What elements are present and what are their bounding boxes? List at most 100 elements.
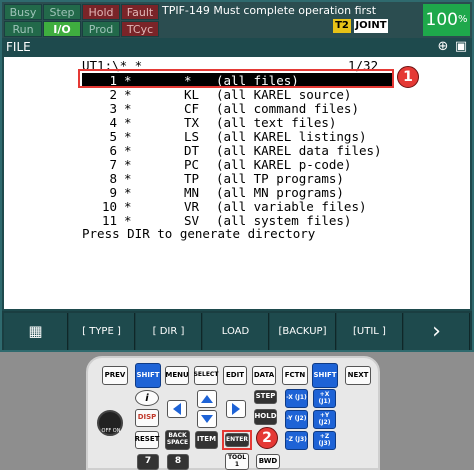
menu-grid-icon[interactable]: ▦ [4,313,68,350]
select-key[interactable]: SELECT [194,366,218,385]
enable-switch-label: OFF ON [101,428,121,434]
file-name-mask: * [124,115,132,130]
disp-key[interactable]: DISP [135,409,159,427]
shift-key-left[interactable]: SHIFT [135,363,161,388]
jog-minus-x-key[interactable]: -X (J1) [285,389,308,408]
file-number: 3 [109,101,117,116]
hint-row: Press DIR to generate directory [4,226,470,241]
arrow-right-key[interactable] [226,400,246,418]
file-row[interactable]: 9 * MN (all MN programs) [4,185,470,200]
fkey-type[interactable]: [ TYPE ] [69,313,135,350]
file-ext: VR [184,199,200,214]
jog-minus-y-key[interactable]: -Y (J2) [285,410,308,429]
step-key[interactable]: STEP [254,390,277,404]
file-desc: (all KAREL data files) [216,143,382,158]
file-row[interactable]: 2 * KL (all KAREL source) [4,87,470,102]
file-number: 9 [109,185,117,200]
fkey-backup[interactable]: [BACKUP] [270,313,336,350]
file-ext: LS [184,129,200,144]
highlight-box-1 [78,69,394,88]
info-key[interactable]: i [135,390,159,406]
backspace-key[interactable]: BACK SPACE [165,430,190,450]
file-desc: (all command files) [216,101,359,116]
file-number: 6 [109,143,117,158]
file-desc: (all text files) [216,115,337,130]
file-ext: DT [184,143,200,158]
key-8[interactable]: 8 [167,454,189,470]
file-ext: TX [184,115,200,130]
override-value: 100 [425,10,458,30]
indicator-busy: Busy [4,4,42,20]
menu-key[interactable]: MENU [165,366,189,385]
fkey-dir[interactable]: [ DIR ] [136,313,202,350]
indicator-run: Run [4,21,42,37]
file-name-mask: * [124,87,132,102]
override-unit: % [457,14,468,25]
file-ext: PC [184,157,200,172]
jog-minus-z-key[interactable]: -Z (J3) [285,431,308,450]
indicator-hold: Hold [82,4,120,20]
split-window-icon[interactable]: ▣ [454,40,468,54]
fctn-key[interactable]: FCTN [282,366,308,385]
override-display[interactable]: 100% [423,4,470,36]
callout-badge-1: 1 [397,66,419,88]
file-number: 5 [109,129,117,144]
file-desc: (all KAREL source) [216,87,352,102]
arrow-right-icon [232,403,240,415]
jog-plus-x-key[interactable]: +X (J1) [313,389,336,408]
fkey-load[interactable]: LOAD [203,313,269,350]
file-number: 10 [101,199,117,214]
info-icon: i [145,392,149,404]
key-7[interactable]: 7 [137,454,159,470]
file-desc: (all variable files) [216,199,367,214]
file-row[interactable]: 8 * TP (all TP programs) [4,171,470,186]
data-key[interactable]: DATA [252,366,276,385]
file-number: 2 [109,87,117,102]
bwd-key[interactable]: BWD [256,454,280,469]
highlight-box-2 [222,430,252,450]
indicator-prod: Prod [82,21,120,37]
jog-plus-z-key[interactable]: +Z (J3) [313,431,336,450]
arrow-down-key[interactable] [197,410,217,428]
file-desc: (all KAREL p-code) [216,157,352,172]
page-title: FILE [6,40,31,54]
file-row[interactable]: 3 * CF (all command files) [4,101,470,116]
pendant-screen: Busy Step Hold Fault Run I/O Prod TCyc T… [0,0,474,352]
hint-text: Press DIR to generate directory [82,226,316,241]
file-row[interactable]: 5 * LS (all KAREL listings) [4,129,470,144]
jog-plus-y-key[interactable]: +Y (J2) [313,410,336,429]
indicator-fault: Fault [121,4,159,20]
next-key[interactable]: NEXT [345,366,371,385]
prev-key[interactable]: PREV [102,366,128,385]
file-row[interactable]: 4 * TX (all text files) [4,115,470,130]
item-key[interactable]: ITEM [195,431,218,449]
file-number: 8 [109,171,117,186]
coord-badge: JOINT [354,19,388,33]
file-desc: (all KAREL listings) [216,129,367,144]
file-ext: KL [184,87,200,102]
file-desc: (all MN programs) [216,185,344,200]
zoom-in-icon[interactable]: ⊕ [436,40,450,54]
mode-badge: T2 [333,19,351,33]
arrow-left-key[interactable] [167,400,187,418]
edit-key[interactable]: EDIT [223,366,247,385]
file-ext: TP [184,171,200,186]
arrow-up-key[interactable] [197,390,217,408]
fkey-util[interactable]: [UTIL ] [337,313,403,350]
indicator-io: I/O [43,21,81,37]
file-row[interactable]: 10 * VR (all variable files) [4,199,470,214]
file-list-panel: UT1:\* * 1/32 1 * * (all files) 2 * KL (all KAR… [4,57,470,309]
hold-key[interactable]: HOLD [254,409,277,425]
tool1-key[interactable]: TOOL 1 [225,453,249,470]
indicator-tcyc: TCyc [121,21,159,37]
next-page-icon[interactable]: › [404,313,470,350]
screen-title-bar: FILE ⊕ ▣ [2,39,472,55]
file-ext: MN [184,185,200,200]
file-row[interactable]: 7 * PC (all KAREL p-code) [4,157,470,172]
reset-key[interactable]: RESET [135,431,159,449]
file-name-mask: * [124,199,132,214]
function-key-bar: ▦ [ TYPE ] [ DIR ] LOAD [BACKUP] [UTIL ]… [2,311,472,350]
shift-key-right[interactable]: SHIFT [312,363,338,388]
arrow-up-icon [201,395,213,403]
file-row[interactable]: 6 * DT (all KAREL data files) [4,143,470,158]
